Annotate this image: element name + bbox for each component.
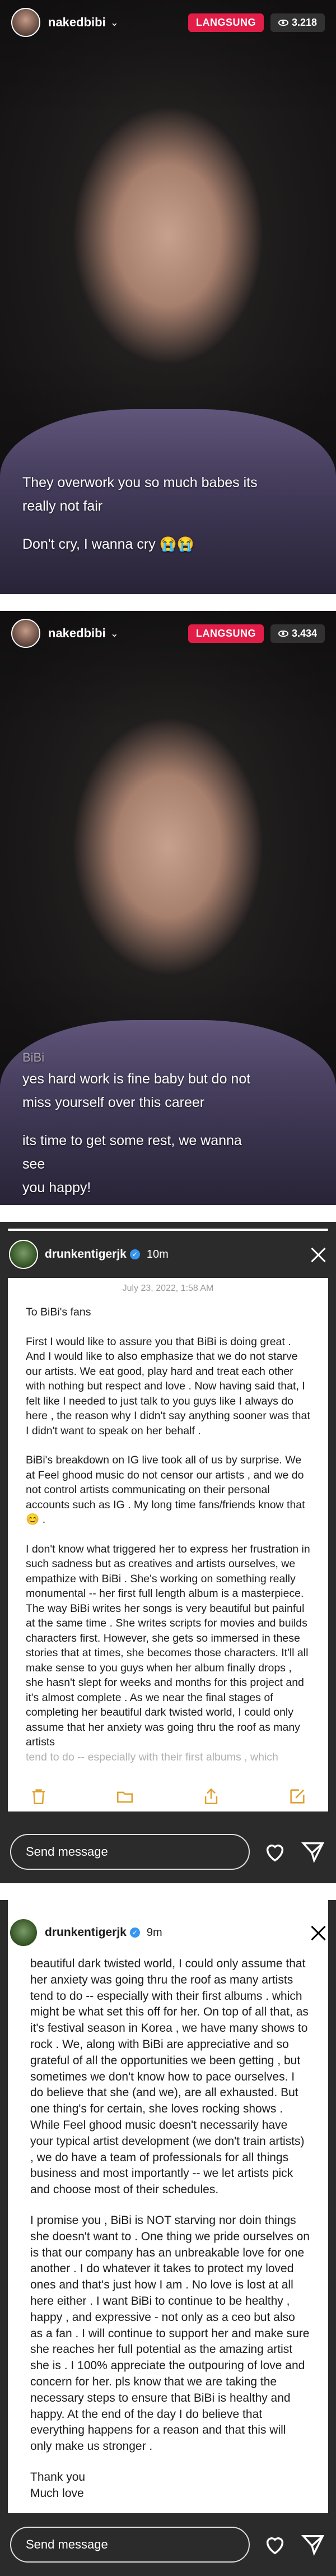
note-toolbar (8, 1781, 328, 1811)
viewer-count-badge: 3.218 (270, 13, 325, 32)
chevron-down-icon[interactable]: ⌄ (110, 17, 119, 29)
instagram-story-screen-1: drunkentigerjk ✓ 10m July 23, 2022, 1:58… (0, 1222, 336, 1883)
notes-screenshot: beautiful dark twisted world, I could on… (8, 1900, 328, 2513)
comment-line: really not fair (22, 498, 103, 514)
live-header: nakedbibi ⌄ LANGSUNG 3.218 (0, 0, 336, 45)
live-stream-screen-2: nakedbibi ⌄ LANGSUNG 3.434 BiBi yes hard… (0, 611, 336, 1205)
comment: its time to get some rest, we wanna see … (22, 1129, 263, 1199)
comment-line: you happy! (22, 1180, 91, 1196)
story-progress-bar (8, 1229, 328, 1231)
story-header: drunkentigerjk ✓ 9m (9, 1917, 327, 1948)
share-icon[interactable] (202, 1787, 221, 1806)
folder-icon[interactable] (115, 1787, 134, 1806)
note-paragraph: Much love (30, 2486, 84, 2500)
paper-plane-icon[interactable] (300, 2532, 326, 2558)
heart-icon[interactable] (262, 2532, 288, 2558)
verified-badge-icon: ✓ (129, 1249, 140, 1259)
send-message-input[interactable] (10, 2527, 250, 2563)
note-paragraph: Thank you (30, 2470, 86, 2484)
story-progress-bar (8, 1907, 328, 1909)
live-comments: BiBi yes hard work is fine baby but do n… (22, 1048, 263, 1205)
username[interactable]: drunkentigerjk (45, 1248, 127, 1261)
close-icon[interactable] (309, 1924, 327, 1942)
note-body: beautiful dark twisted world, I could on… (8, 1900, 328, 2502)
instagram-story-screen-2: beautiful dark twisted world, I could on… (0, 1900, 336, 2576)
comment: They overwork you so much babes its real… (22, 471, 263, 518)
viewer-count: 3.218 (291, 16, 317, 28)
avatar[interactable] (9, 1918, 38, 1947)
compose-icon[interactable] (288, 1787, 307, 1806)
close-icon[interactable] (309, 1245, 327, 1263)
chevron-down-icon[interactable]: ⌄ (110, 628, 119, 640)
comment-line: yes hard work is fine baby but do not (22, 1071, 251, 1087)
send-message-input[interactable] (10, 1834, 250, 1870)
note-date: July 23, 2022, 1:58 AM (122, 1284, 214, 1293)
live-badge: LANGSUNG (188, 624, 264, 643)
avatar[interactable] (11, 8, 40, 37)
note-body: To BiBi's fans First I would like to ass… (8, 1299, 328, 1764)
username[interactable]: drunkentigerjk (45, 1926, 127, 1939)
notes-screenshot: July 23, 2022, 1:58 AM To BiBi's fans Fi… (8, 1278, 328, 1811)
note-paragraph: I promise you , BiBi is NOT starving nor… (30, 2213, 310, 2453)
username[interactable]: nakedbibi (48, 15, 106, 30)
username[interactable]: nakedbibi (48, 626, 106, 641)
paper-plane-icon[interactable] (300, 1839, 326, 1865)
note-paragraph: I don't know what triggered her to expre… (26, 1542, 310, 1749)
trash-icon[interactable] (29, 1787, 48, 1806)
live-badge: LANGSUNG (188, 13, 264, 32)
live-stream-screen-1: nakedbibi ⌄ LANGSUNG 3.218 They overwork… (0, 0, 336, 594)
live-comments: They overwork you so much babes its real… (22, 471, 263, 571)
note-paragraph: First I would like to assure you that Bi… (26, 1335, 310, 1437)
heart-icon[interactable] (262, 1839, 288, 1865)
story-reply-bar (10, 2527, 326, 2563)
note-cut-line: tend to do -- especially with their firs… (26, 1750, 278, 1763)
story-reply-bar (10, 1834, 326, 1870)
viewer-count: 3.434 (291, 627, 317, 639)
note-paragraph: BiBi's breakdown on IG live took all of … (26, 1454, 305, 1526)
eye-icon (278, 630, 288, 637)
comment-line: Don't cry, I wanna cry 😭😭 (22, 536, 194, 552)
story-timestamp: 10m (146, 1248, 169, 1261)
live-header: nakedbibi ⌄ LANGSUNG 3.434 (0, 611, 336, 656)
note-paragraph: beautiful dark twisted world, I could on… (30, 1957, 309, 2197)
verified-badge-icon: ✓ (129, 1928, 140, 1938)
comment-line: They overwork you so much babes its (22, 475, 258, 490)
eye-icon (278, 19, 288, 26)
comment-line: its time to get some rest, we wanna see (22, 1133, 242, 1172)
comment-author: BiBi (22, 1050, 45, 1064)
comment-line: miss yourself over this career (22, 1095, 205, 1110)
note-paragraph: To BiBi's fans (26, 1306, 91, 1318)
avatar[interactable] (11, 619, 40, 648)
story-timestamp: 9m (146, 1926, 162, 1939)
comment: Don't cry, I wanna cry 😭😭 (22, 532, 263, 556)
viewer-count-badge: 3.434 (270, 624, 325, 643)
story-header: drunkentigerjk ✓ 10m (9, 1239, 327, 1270)
comment: yes hard work is fine baby but do not mi… (22, 1067, 263, 1114)
avatar[interactable] (9, 1240, 38, 1269)
